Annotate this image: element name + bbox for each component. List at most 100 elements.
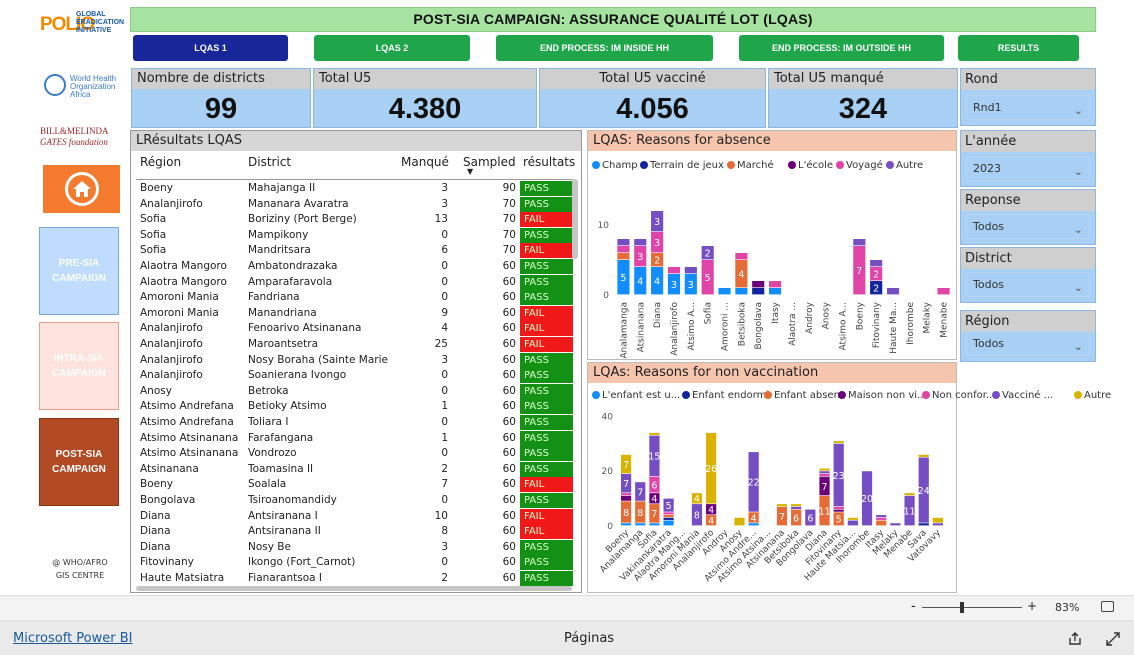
bar-segment[interactable] — [649, 432, 660, 436]
legend-item[interactable]: Autre — [1074, 390, 1111, 401]
bar-segment[interactable] — [819, 473, 830, 477]
filter-district-dropdown[interactable]: Todos ⌄ — [966, 272, 1090, 297]
table-row[interactable]: Bongolava Tsiroanomandidy 0 60 PASS — [136, 493, 573, 509]
bar-segment[interactable] — [620, 495, 632, 501]
bar-segment[interactable] — [918, 523, 929, 526]
bar-segment[interactable] — [876, 517, 887, 520]
table-row[interactable]: Alaotra Mangoro Ambatondrazaka 0 60 PASS — [136, 259, 573, 275]
pre-sia-campaign-button[interactable]: PRE-SIA CAMPAIGN — [39, 227, 119, 315]
table-row[interactable]: Atsimo Atsinanana Vondrozo 0 60 PASS — [136, 446, 573, 462]
bar-segment[interactable] — [684, 267, 697, 274]
bar-segment[interactable] — [904, 493, 915, 496]
bar-segment[interactable] — [620, 523, 632, 526]
table-row[interactable]: Anosy Betroka 0 60 PASS — [136, 383, 573, 400]
table-row[interactable]: Alaotra Mangoro Amparafaravola 0 60 PASS — [136, 274, 573, 291]
bar-segment[interactable] — [833, 506, 844, 509]
table-row[interactable]: Amoroni Mania Fandriana 0 60 PASS — [136, 290, 573, 306]
zoom-slider[interactable] — [922, 607, 1022, 608]
bar-segment[interactable] — [932, 517, 944, 523]
table-row[interactable]: Boeny Mahajanga II 3 90 PASS — [136, 181, 573, 197]
table-row[interactable]: Haute Matsiatra Fianarantsoa I 2 60 PASS — [136, 571, 573, 587]
tab-results[interactable]: RESULTS — [958, 35, 1079, 61]
fit-to-page-icon[interactable] — [1101, 601, 1114, 612]
zoom-slider-handle[interactable] — [960, 602, 964, 613]
intra-sia-campaign-button[interactable]: INTRA-SIA CAMPAIGN — [39, 322, 119, 410]
table-row[interactable]: Fitovinany Ikongo (Fort_Carnot) 0 60 PASS — [136, 555, 573, 571]
bar-segment[interactable] — [819, 468, 830, 471]
fullscreen-icon[interactable] — [1106, 632, 1120, 646]
bar-segment[interactable] — [776, 504, 788, 507]
bar-segment[interactable] — [791, 504, 802, 507]
bar-segment[interactable] — [791, 506, 802, 509]
bar-segment[interactable] — [890, 523, 901, 526]
bar-segment[interactable] — [649, 523, 660, 526]
bar-segment[interactable] — [634, 239, 647, 246]
tab-end-process-outside[interactable]: END PROCESS: IM OUTSIDE HH — [739, 35, 944, 61]
bar-segment[interactable] — [663, 517, 674, 520]
legend-item[interactable]: Vacciné ... — [992, 390, 1053, 401]
table-row[interactable]: Analanjirofo Fenoarivo Atsinanana 4 60 FAIL — [136, 321, 573, 337]
table-row[interactable]: Diana Antsiranana I 10 60 FAIL — [136, 508, 573, 525]
column-header-region[interactable]: Région — [140, 155, 181, 169]
table-row[interactable]: Sofia Boriziny (Port Berge) 13 70 FAIL — [136, 212, 573, 228]
horizontal-scrollbar[interactable] — [136, 586, 572, 591]
zoom-in-button[interactable]: + — [1027, 599, 1037, 613]
bar-segment[interactable] — [937, 288, 950, 295]
bar-segment[interactable] — [769, 288, 782, 295]
tab-end-process-inside[interactable]: END PROCESS: IM INSIDE HH — [496, 35, 713, 61]
table-row[interactable]: Analanjirofo Soanierana Ivongo 0 60 PASS — [136, 368, 573, 384]
bar-segment[interactable] — [870, 260, 883, 267]
tab-lqas-2[interactable]: LQAS 2 — [314, 35, 470, 61]
bar-segment[interactable] — [735, 253, 748, 260]
bar-segment[interactable] — [620, 493, 632, 496]
filter-annee-dropdown[interactable]: 2023 ⌄ — [966, 156, 1090, 181]
table-row[interactable]: Diana Antsiranana II 8 60 FAIL — [136, 524, 573, 540]
bar-segment[interactable] — [886, 288, 900, 295]
bar-segment[interactable] — [819, 471, 830, 474]
bar-segment[interactable] — [663, 515, 674, 518]
vertical-scrollbar[interactable] — [572, 179, 578, 259]
bar-segment[interactable] — [617, 246, 630, 253]
table-row[interactable]: Sofia Mandritsara 6 70 FAIL — [136, 243, 573, 259]
table-row[interactable]: Atsimo Andrefana Betioky Atsimo 1 60 PASS — [136, 399, 573, 415]
bar-segment[interactable] — [752, 281, 765, 288]
bar-segment[interactable] — [635, 523, 646, 526]
table-row[interactable]: Analanjirofo Mananara Avaratra 3 70 PASS — [136, 196, 573, 213]
bar-segment[interactable] — [876, 515, 887, 518]
column-header-resultats[interactable]: résultats — [523, 155, 575, 169]
bar-segment[interactable] — [932, 523, 944, 526]
table-row[interactable]: Sofia Mampikony 0 70 PASS — [136, 227, 573, 244]
power-bi-link[interactable]: Microsoft Power BI — [13, 631, 132, 646]
bar-segment[interactable] — [847, 517, 858, 520]
table-row[interactable]: Atsimo Andrefana Toliara I 0 60 PASS — [136, 415, 573, 431]
bar-segment[interactable] — [663, 512, 674, 515]
bar-segment[interactable] — [667, 267, 681, 274]
table-row[interactable]: Amoroni Mania Manandriana 9 60 FAIL — [136, 305, 573, 322]
filter-reponse-dropdown[interactable]: Todos ⌄ — [966, 214, 1090, 239]
share-icon[interactable] — [1068, 632, 1082, 646]
bar-segment[interactable] — [918, 454, 929, 457]
tab-lqas-1[interactable]: LQAS 1 — [133, 35, 288, 61]
bar-segment[interactable] — [769, 281, 782, 288]
table-row[interactable]: Atsimo Atsinanana Farafangana 1 60 PASS — [136, 430, 573, 447]
post-sia-campaign-button[interactable]: POST-SIA CAMPAIGN — [39, 418, 119, 506]
bar-segment[interactable] — [734, 517, 745, 526]
table-row[interactable]: Diana Nosy Be 3 60 PASS — [136, 539, 573, 556]
bar-segment[interactable] — [833, 441, 844, 444]
bar-segment[interactable] — [847, 520, 858, 526]
bar-segment[interactable] — [876, 520, 887, 526]
bar-segment[interactable] — [833, 509, 844, 512]
filter-rond-dropdown[interactable]: Rnd1 ⌄ — [966, 95, 1090, 120]
column-header-manque[interactable]: Manqué — [401, 155, 449, 169]
bar-segment[interactable] — [617, 253, 630, 260]
home-button[interactable] — [43, 165, 120, 213]
table-row[interactable]: Analanjirofo Nosy Boraha (Sainte Marie) 3 6… — [136, 352, 573, 369]
bar-segment[interactable] — [663, 520, 674, 526]
table-row[interactable]: Boeny Soalala 7 60 FAIL — [136, 477, 573, 493]
filter-region-dropdown[interactable]: Todos ⌄ — [966, 331, 1090, 356]
bar-segment[interactable] — [735, 288, 748, 295]
table-row[interactable]: Analanjirofo Maroantsetra 25 60 FAIL — [136, 337, 573, 353]
column-header-district[interactable]: District — [248, 155, 291, 169]
bar-segment[interactable] — [752, 288, 765, 295]
bar-segment[interactable] — [853, 239, 866, 246]
